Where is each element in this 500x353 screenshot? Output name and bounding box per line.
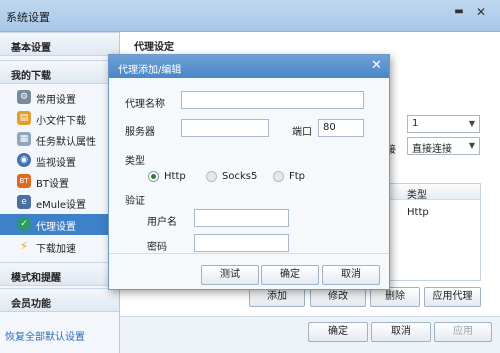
emule-icon: e: [17, 195, 31, 209]
port-input[interactable]: 80: [318, 119, 364, 137]
sidebar-item-small-file[interactable]: ▤ 小文件下载: [0, 108, 119, 129]
delete-proxy-button[interactable]: 删除: [370, 287, 420, 307]
sidebar-item-label: BT设置: [36, 179, 69, 190]
server-input[interactable]: [181, 119, 269, 137]
radio-socks5-label[interactable]: Socks5: [222, 171, 257, 182]
password-label: 密码: [147, 242, 167, 253]
sidebar-item-task-defaults[interactable]: ▦ 任务默认属性: [0, 129, 119, 150]
sidebar-section-mode[interactable]: 模式和提醒: [0, 262, 119, 286]
sidebar-item-label: 常用设置: [36, 95, 76, 106]
ok-button[interactable]: 确定: [308, 322, 368, 342]
dialog-ok-button[interactable]: 确定: [261, 265, 319, 285]
radio-ftp-label[interactable]: Ftp: [289, 171, 305, 182]
window-titlebar: 系统设置 ▬ ✕: [0, 0, 500, 32]
sidebar-item-label: 监视设置: [36, 158, 76, 169]
connect-mode-select[interactable]: 直接连接 ▼: [407, 137, 480, 155]
test-button[interactable]: 测试: [201, 265, 259, 285]
radio-socks5[interactable]: [206, 171, 217, 182]
auth-label: 验证: [125, 196, 145, 207]
cancel-button[interactable]: 取消: [371, 322, 431, 342]
radio-http[interactable]: [148, 171, 159, 182]
sidebar-section-basic[interactable]: 基本设置: [0, 32, 119, 56]
type-label: 类型: [125, 156, 145, 167]
sidebar-item-label: 代理设置: [36, 222, 76, 233]
radio-http-label[interactable]: Http: [164, 171, 186, 182]
lightning-icon: ⚡: [19, 239, 29, 253]
gear-icon: ⚙: [17, 90, 31, 104]
sidebar-item-label: 任务默认属性: [36, 137, 96, 148]
dialog-titlebar: 代理添加/编辑 ✕: [109, 55, 389, 78]
sidebar-item-label: 小文件下载: [36, 116, 86, 127]
dialog-title: 代理添加/编辑: [118, 65, 182, 76]
dialog-divider: [109, 253, 389, 254]
proxy-edit-dialog: 代理添加/编辑 ✕ 代理名称 服务器 端口 80 类型 Http Socks5 …: [108, 54, 390, 290]
restore-defaults-link[interactable]: 恢复全部默认设置: [5, 328, 85, 343]
modify-proxy-button[interactable]: 修改: [310, 287, 366, 307]
dialog-cancel-button[interactable]: 取消: [322, 265, 380, 285]
close-window-button[interactable]: ✕: [474, 6, 488, 18]
select-value: 1: [412, 118, 419, 129]
sidebar-item-emule[interactable]: e eMule设置: [0, 192, 119, 213]
task-icon: ▦: [17, 132, 31, 146]
sidebar-item-accelerate[interactable]: ⚡ 下载加速: [0, 236, 119, 257]
list-item-type[interactable]: Http: [407, 207, 429, 218]
close-icon[interactable]: ✕: [371, 58, 382, 73]
proxy-name-label: 代理名称: [125, 99, 165, 110]
monitor-icon: ◉: [17, 153, 31, 167]
sidebar-section-member[interactable]: 会员功能: [0, 288, 119, 312]
proxy-index-select[interactable]: 1 ▼: [407, 115, 480, 133]
column-header-type[interactable]: 类型: [386, 184, 480, 201]
apply-proxy-button[interactable]: 应用代理: [424, 287, 481, 307]
server-label: 服务器: [125, 127, 155, 138]
username-input[interactable]: [194, 209, 289, 227]
password-input[interactable]: [194, 234, 289, 252]
sidebar-item-monitor[interactable]: ◉ 监视设置: [0, 150, 119, 171]
bt-icon: BT: [17, 174, 31, 188]
window-title: 系统设置: [6, 11, 50, 24]
sidebar-item-label: 下载加速: [36, 244, 76, 255]
username-label: 用户名: [147, 217, 177, 228]
sidebar-item-proxy[interactable]: ✓ 代理设置: [0, 214, 119, 235]
file-icon: ▤: [17, 111, 31, 125]
minimize-button[interactable]: ▬: [452, 6, 466, 18]
radio-ftp[interactable]: [273, 171, 284, 182]
sidebar-item-label: eMule设置: [36, 200, 87, 211]
chevron-down-icon: ▼: [468, 119, 475, 128]
sidebar-item-bt[interactable]: BT BT设置: [0, 171, 119, 192]
sidebar-item-common[interactable]: ⚙ 常用设置: [0, 87, 119, 108]
select-value: 直接连接: [412, 144, 452, 155]
chevron-down-icon: ▼: [468, 141, 475, 150]
sidebar-section-downloads[interactable]: 我的下载: [0, 60, 119, 84]
proxy-name-input[interactable]: [181, 91, 364, 109]
proxy-icon: ✓: [17, 217, 31, 231]
add-proxy-button[interactable]: 添加: [249, 287, 305, 307]
page-title: 代理设定: [134, 42, 174, 53]
apply-button[interactable]: 应用: [434, 322, 492, 342]
port-label: 端口: [292, 127, 312, 138]
